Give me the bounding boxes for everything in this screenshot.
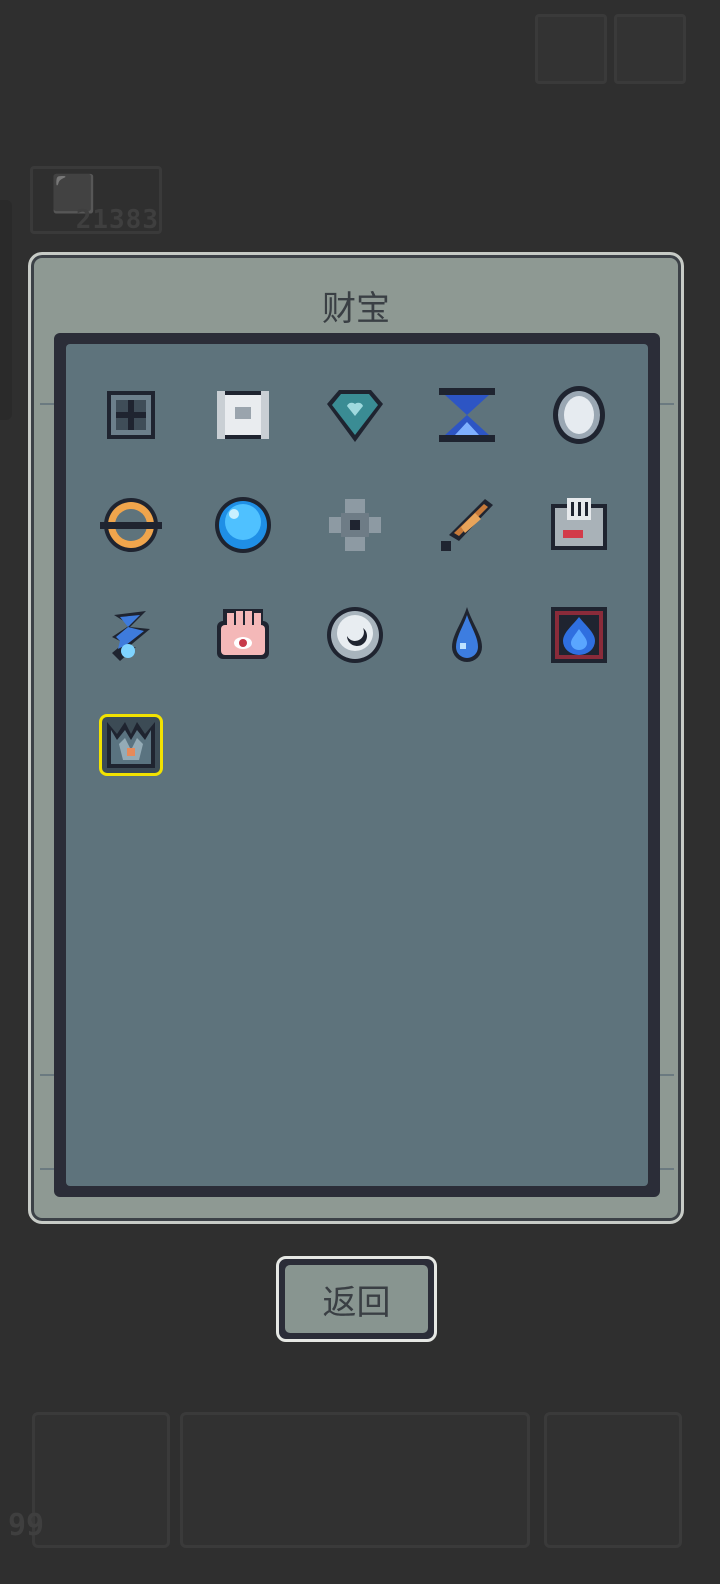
treasure-slot[interactable] <box>412 580 522 690</box>
treasure-slot[interactable] <box>524 360 634 470</box>
treasure-slot[interactable] <box>300 580 410 690</box>
center-action-bar <box>180 1412 530 1548</box>
treasure-grid <box>76 360 636 800</box>
frame-rail <box>40 1074 54 1076</box>
iron-crate-icon <box>107 391 155 439</box>
treasure-slot[interactable] <box>412 470 522 580</box>
frame-rail <box>40 403 54 405</box>
frame-rail <box>660 1168 674 1170</box>
top-menu-button-1 <box>535 14 607 84</box>
treasure-slot[interactable] <box>76 580 186 690</box>
blue-flame-frame-icon <box>551 607 607 663</box>
side-tab <box>0 200 12 420</box>
attack-button <box>32 1412 170 1548</box>
treasure-slot[interactable] <box>188 470 298 580</box>
eye-palm-icon <box>217 609 269 659</box>
ticket-box-icon <box>551 498 607 550</box>
treasure-slot[interactable] <box>300 360 410 470</box>
character-button <box>544 1412 682 1548</box>
water-drop-icon <box>452 607 482 662</box>
mirror-icon <box>553 386 605 444</box>
gold-amount: 21383 <box>75 205 159 235</box>
treasure-slot[interactable] <box>524 470 634 580</box>
item-count: 99 <box>8 1508 45 1543</box>
hourglass-icon <box>439 388 495 442</box>
gold-counter: ⬛ 21383 <box>30 166 162 235</box>
treasure-slot-selected[interactable] <box>76 690 186 800</box>
treasure-slot[interactable] <box>76 360 186 470</box>
paper-scroll-icon <box>217 391 269 439</box>
blue-orb-icon <box>215 497 271 553</box>
moon-stone-icon <box>327 607 383 663</box>
spirit-wisp-icon <box>112 611 150 661</box>
treasure-slot[interactable] <box>76 470 186 580</box>
orange-ring-icon <box>100 498 162 552</box>
dialog-title: 财宝 <box>322 289 390 329</box>
stone-gear-icon <box>329 499 381 551</box>
heart-gem-icon <box>327 390 383 442</box>
frame-rail <box>660 1074 674 1076</box>
treasure-slot[interactable] <box>412 360 522 470</box>
frame-rail <box>660 403 674 405</box>
treasure-slot[interactable] <box>524 580 634 690</box>
return-button-label: 返回 <box>285 1265 428 1333</box>
crown-claw-icon <box>107 722 155 768</box>
treasure-slot[interactable] <box>188 580 298 690</box>
treasure-slot[interactable] <box>300 470 410 580</box>
frame-rail <box>40 1168 54 1170</box>
return-button[interactable]: 返回 <box>276 1256 437 1342</box>
top-menu-button-2 <box>614 14 686 84</box>
feather-quill-icon <box>441 499 493 551</box>
treasure-slot[interactable] <box>188 360 298 470</box>
selected-outline <box>99 714 163 776</box>
